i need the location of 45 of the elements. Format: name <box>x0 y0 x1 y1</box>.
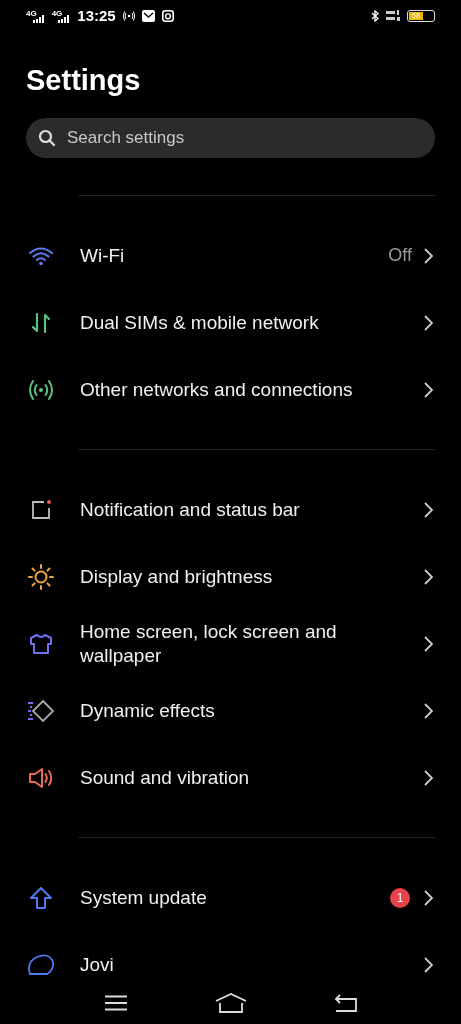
settings-item[interactable]: Home screen, lock screen and wallpaper <box>0 610 435 677</box>
chevron-icon <box>424 247 433 264</box>
mail-icon <box>141 9 155 22</box>
settings-item[interactable]: System update 1 <box>0 864 435 931</box>
chevron-icon <box>424 501 433 518</box>
page-title: Settings <box>25 62 142 98</box>
settings-item[interactable]: Sound and vibration <box>0 744 435 811</box>
back-icon[interactable] <box>333 994 358 1012</box>
notification-badge: 1 <box>390 887 410 908</box>
item-label: Notification and status bar <box>80 497 301 522</box>
bluetooth-icon <box>371 9 379 22</box>
item-label: Home screen, lock screen and wallpaper <box>80 619 338 668</box>
network-type: 4G <box>51 8 63 18</box>
chevron-icon <box>424 769 433 786</box>
signal-icon <box>32 14 45 23</box>
search-field[interactable]: Search settings <box>26 118 435 158</box>
settings-item[interactable]: Notification and status bar <box>0 476 435 543</box>
item-label: Jovi <box>80 952 115 977</box>
chevron-icon <box>424 702 433 719</box>
item-label: Other networks and connections <box>80 377 354 402</box>
settings-item[interactable]: Dynamic effects <box>0 677 435 744</box>
network-type: 4G <box>26 8 37 18</box>
item-label: Sound and vibration <box>80 765 250 790</box>
chevron-icon <box>424 314 433 331</box>
chevron-icon <box>424 889 433 906</box>
item-label: System update <box>80 885 208 910</box>
settings-item[interactable]: Display and brightness <box>0 543 435 610</box>
signal-icon <box>58 14 71 23</box>
hotspot-icon <box>122 10 135 21</box>
chevron-icon <box>424 568 433 585</box>
chevron-icon <box>424 381 433 398</box>
item-value: Off <box>388 245 412 266</box>
item-label: Dynamic effects <box>80 698 216 723</box>
camera-icon <box>161 9 174 22</box>
chevron-icon <box>424 635 433 652</box>
home-icon[interactable] <box>214 993 247 1013</box>
settings-item[interactable]: Wi-Fi Off <box>0 222 435 289</box>
settings-item[interactable]: Dual SIMs & mobile network <box>0 289 435 356</box>
chevron-icon <box>424 956 433 973</box>
item-label: Dual SIMs & mobile network <box>80 310 320 335</box>
clock: 13:25 <box>77 7 116 25</box>
item-label: Display and brightness <box>80 564 274 589</box>
item-label: Wi-Fi <box>80 243 126 268</box>
settings-item[interactable]: Other networks and connections <box>0 356 435 423</box>
menu-icon[interactable] <box>103 995 128 1011</box>
